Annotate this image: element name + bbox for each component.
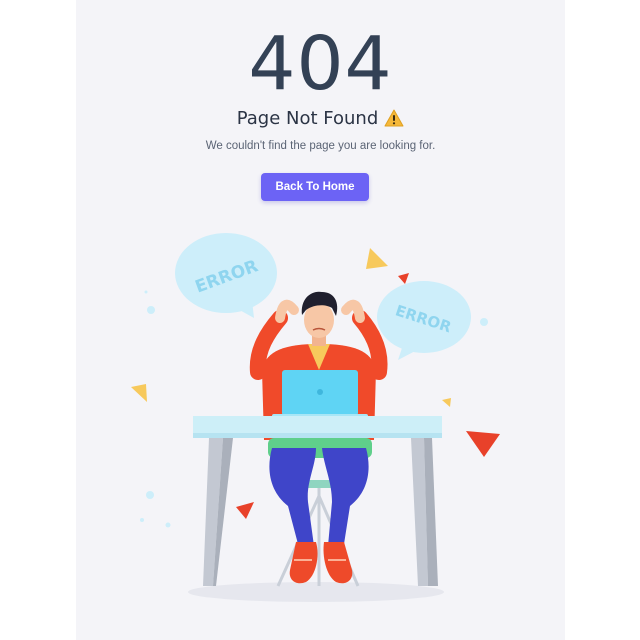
speech-bubble-right: ERROR (377, 281, 471, 360)
person-shoes (289, 542, 353, 584)
not-found-page: 404 Page Not Found We couldn't find the … (76, 0, 565, 640)
speech-bubble-left: ERROR (175, 233, 277, 318)
decor-triangle (398, 273, 409, 284)
error-message: We couldn't find the page you are lookin… (205, 140, 436, 152)
decor-triangle (131, 384, 147, 402)
error-code: 404 (248, 21, 393, 107)
page-title-text: Page Not Found (236, 108, 379, 129)
page-title: Page Not Found (76, 106, 565, 132)
decor-dot (165, 522, 171, 528)
decor-triangle (366, 248, 388, 269)
decor-dot (146, 491, 154, 499)
back-to-home-button[interactable]: Back To Home (261, 173, 369, 201)
decor-triangle (466, 431, 500, 457)
decor-triangle (442, 398, 451, 407)
laptop (272, 370, 368, 418)
error-illustration: ERROR ERROR (131, 233, 500, 602)
decor-dot (140, 518, 144, 522)
warning-icon (384, 109, 404, 127)
decor-dot (147, 306, 155, 314)
decor-dot (480, 318, 488, 326)
floor-shadow (188, 582, 444, 602)
decor-dot (144, 290, 148, 294)
decor-triangle (236, 502, 254, 519)
